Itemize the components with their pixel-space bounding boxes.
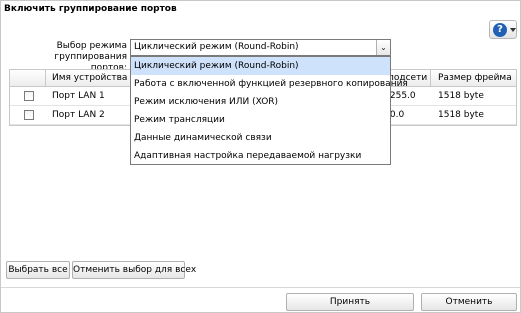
mode-option-round-robin[interactable]: Циклический режим (Round-Robin)	[131, 57, 390, 75]
row-checkbox[interactable]	[24, 110, 34, 120]
row-frame-size: 1518 byte	[438, 110, 484, 120]
deselect-all-button[interactable]: Отменить выбор для всех	[72, 261, 196, 279]
mode-option-xor[interactable]: Режим исключения ИЛИ (XOR)	[131, 93, 390, 111]
port-trunking-dialog: Включить группирование портов ? Выбор ре…	[0, 0, 521, 313]
mode-dropdown-list: Циклический режим (Round-Robin) Работа с…	[130, 56, 408, 165]
header-device-name: Имя устройства	[52, 73, 128, 83]
mode-option-adaptive-load[interactable]: Адаптивная настройка передаваемой нагруз…	[131, 147, 390, 165]
row-frame-size: 1518 byte	[438, 91, 484, 101]
help-button[interactable]: ?	[489, 20, 517, 39]
cancel-button[interactable]: Отменить	[421, 293, 517, 311]
header-frame-size: Размер фрейма	[438, 73, 512, 83]
help-icon: ?	[493, 23, 507, 37]
row-checkbox[interactable]	[24, 91, 34, 101]
footer-divider	[1, 287, 520, 288]
mode-option-dynamic-link[interactable]: Данные динамической связи	[131, 129, 390, 147]
row-subnet: .255.0	[387, 91, 416, 101]
column-divider	[45, 70, 46, 87]
caret-down-icon	[510, 28, 516, 32]
mode-select-value: Циклический режим (Round-Robin)	[134, 42, 299, 52]
column-divider	[430, 70, 431, 87]
row-port-name: Порт LAN 1	[52, 91, 105, 101]
chevron-down-icon[interactable]: ⌄	[376, 40, 390, 55]
mode-select[interactable]: Циклический режим (Round-Robin) ⌄	[130, 39, 391, 56]
apply-button[interactable]: Принять	[286, 293, 414, 311]
dialog-title: Включить группирование портов	[4, 4, 177, 14]
mode-option-broadcast[interactable]: Режим трансляции	[131, 111, 390, 129]
mode-option-active-backup[interactable]: Работа с включенной функцией резервного …	[131, 75, 408, 93]
select-all-button[interactable]: Выбрать все	[6, 261, 70, 279]
row-port-name: Порт LAN 2	[52, 110, 105, 120]
